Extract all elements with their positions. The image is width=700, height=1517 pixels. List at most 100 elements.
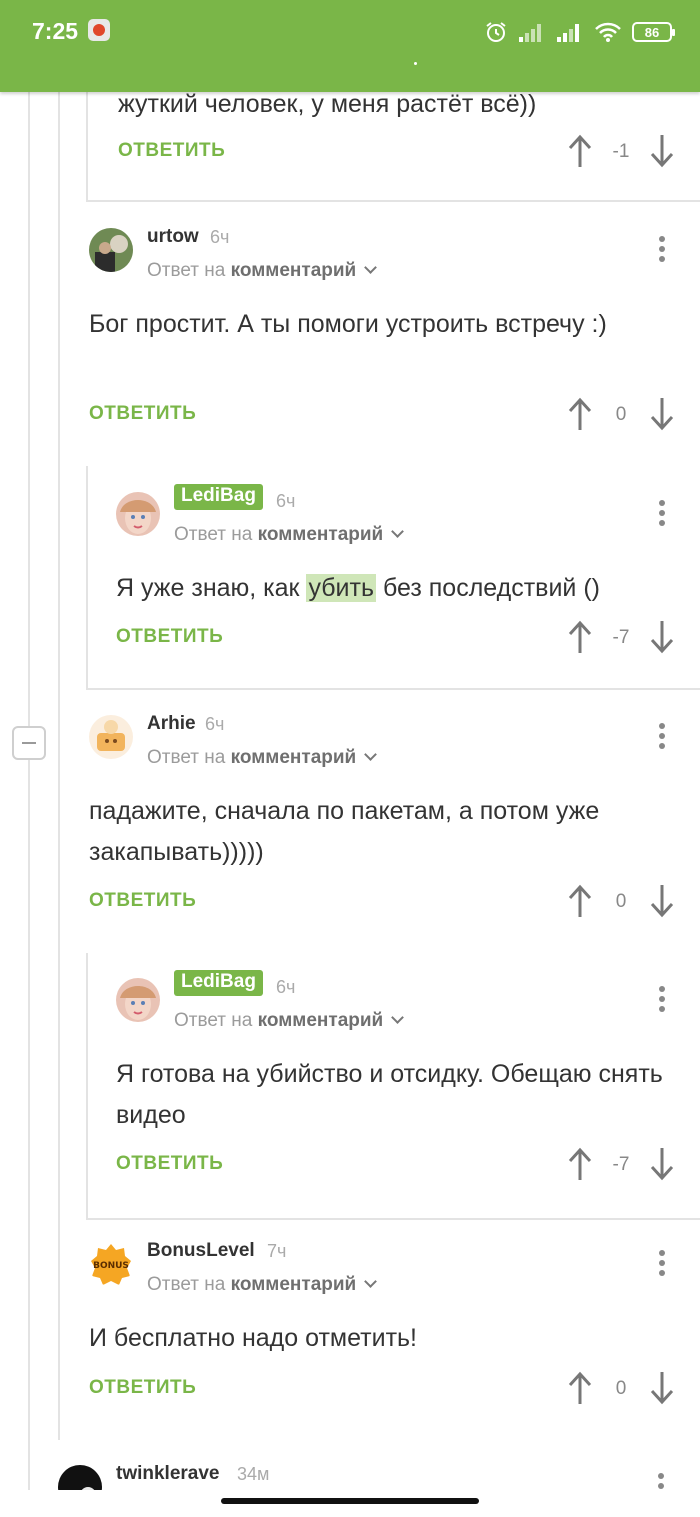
reply-button[interactable]: ОТВЕТИТЬ: [89, 403, 196, 425]
comment-header: BONUS BonusLevel 7ч Ответ на комментарий: [89, 1234, 689, 1314]
vote-controls: 0: [568, 1371, 678, 1405]
comment-body: Я готова на убийство и отсидку. Обещаю с…: [116, 1060, 663, 1129]
comment-body: Я уже знаю, как убить без последствий (): [116, 568, 600, 609]
reply-button[interactable]: ОТВЕТИТЬ: [118, 140, 225, 162]
thread-line: [28, 760, 30, 1490]
reply-to-prefix: Ответ на: [174, 524, 253, 545]
comment-score: 0: [615, 1378, 627, 1399]
comment: BONUS BonusLevel 7ч Ответ на комментарий…: [89, 1234, 689, 1414]
chevron-down-icon[interactable]: [391, 1011, 405, 1024]
comment-score: -7: [612, 1154, 630, 1175]
downvote-icon[interactable]: [650, 397, 674, 431]
reply-button[interactable]: ОТВЕТИТЬ: [116, 1153, 223, 1175]
downvote-icon[interactable]: [650, 1147, 674, 1181]
thread-divider: [86, 1218, 700, 1220]
more-options-icon[interactable]: [659, 500, 665, 528]
alarm-icon: [486, 22, 506, 42]
more-options-icon[interactable]: [659, 1250, 665, 1278]
comment-time: 6ч: [205, 714, 225, 734]
comment-body: Бог простит. А ты помоги устроить встреч…: [89, 310, 607, 338]
author-name[interactable]: LediBag: [174, 484, 263, 510]
comment-body: И бесплатно надо отметить!: [89, 1324, 417, 1352]
downvote-icon[interactable]: [650, 884, 674, 918]
vote-controls: 0: [568, 397, 678, 431]
status-icons: 86: [484, 18, 675, 46]
comment-partial: жуткий человек, у меня растёт всё)) ОТВЕ…: [118, 84, 688, 194]
comment-score: -7: [612, 627, 630, 648]
avatar[interactable]: [116, 492, 160, 536]
author-name[interactable]: twinklerave: [116, 1463, 220, 1485]
reply-to[interactable]: Ответ на комментарий: [147, 747, 378, 769]
comment-time: 6ч: [276, 491, 296, 511]
reply-to-prefix: Ответ на: [147, 747, 226, 768]
reply-to-link[interactable]: комментарий: [231, 1274, 357, 1295]
reply-to-prefix: Ответ на: [147, 1274, 226, 1295]
avatar[interactable]: [116, 978, 160, 1022]
more-options-icon[interactable]: [659, 236, 665, 264]
comment-time: 6ч: [276, 977, 296, 997]
reply-button[interactable]: ОТВЕТИТЬ: [89, 1377, 196, 1399]
home-indicator[interactable]: [221, 1498, 479, 1504]
comment-text: Я уже знаю, как: [116, 574, 307, 602]
thread-line: [58, 92, 60, 1440]
thread-divider: [86, 200, 700, 202]
chevron-down-icon[interactable]: [364, 1275, 378, 1288]
chevron-down-icon[interactable]: [364, 261, 378, 274]
reply-to-prefix: Ответ на: [147, 260, 226, 281]
thread-line: [28, 92, 30, 726]
reply-to-link[interactable]: комментарий: [258, 1010, 384, 1031]
reply-to[interactable]: Ответ на комментарий: [147, 260, 378, 282]
more-options-icon[interactable]: [659, 986, 665, 1014]
status-time: 7:25: [32, 18, 79, 44]
reply-to-link[interactable]: комментарий: [231, 747, 357, 768]
collapse-thread-button[interactable]: [12, 726, 46, 760]
comment: Arhie 6ч Ответ на комментарий падажите, …: [89, 707, 689, 927]
vote-controls: 0: [568, 884, 678, 918]
comment-time: 7ч: [267, 1241, 287, 1261]
thread-line: [86, 953, 88, 1218]
reply-to[interactable]: Ответ на комментарий: [147, 1274, 378, 1296]
comment: urtow 6ч Ответ на комментарий Бог прости…: [89, 220, 689, 440]
reply-button[interactable]: ОТВЕТИТЬ: [89, 890, 196, 912]
thread-line: [86, 92, 88, 200]
comment-score: 0: [615, 891, 627, 912]
reply-to[interactable]: Ответ на комментарий: [174, 524, 405, 546]
signal-icon: [557, 24, 579, 42]
more-options-icon[interactable]: [659, 723, 665, 751]
chevron-down-icon[interactable]: [391, 525, 405, 538]
notification-icon: [88, 19, 110, 41]
author-name[interactable]: BonusLevel: [147, 1240, 255, 1262]
upvote-icon[interactable]: [568, 397, 592, 431]
author-name[interactable]: Arhie: [147, 713, 196, 735]
vote-controls: -7: [568, 620, 678, 654]
reply-to-prefix: Ответ на: [174, 1010, 253, 1031]
reply-to-link[interactable]: комментарий: [258, 524, 384, 545]
avatar[interactable]: [89, 228, 133, 272]
author-name[interactable]: urtow: [147, 226, 199, 248]
battery-icon: 86: [632, 22, 675, 42]
upvote-icon[interactable]: [568, 1371, 592, 1405]
upvote-icon[interactable]: [568, 1147, 592, 1181]
downvote-icon[interactable]: [650, 620, 674, 654]
avatar[interactable]: [89, 715, 133, 759]
comment-header: LediBag 6ч Ответ на комментарий: [116, 484, 690, 564]
reply-button[interactable]: ОТВЕТИТЬ: [116, 626, 223, 648]
comment-time: 34м: [237, 1464, 270, 1484]
downvote-icon[interactable]: [650, 1371, 674, 1405]
upvote-icon[interactable]: [568, 620, 592, 654]
upvote-icon[interactable]: [568, 134, 592, 168]
chevron-down-icon[interactable]: [364, 748, 378, 761]
thread-line: [86, 466, 88, 688]
more-options-icon[interactable]: [658, 1473, 664, 1490]
comment-header: twinklerave 34м: [58, 1457, 690, 1490]
reply-to[interactable]: Ответ на комментарий: [174, 1010, 405, 1032]
comment-time: 6ч: [210, 227, 230, 247]
reply-to-link[interactable]: комментарий: [231, 260, 357, 281]
downvote-icon[interactable]: [650, 134, 674, 168]
upvote-icon[interactable]: [568, 884, 592, 918]
author-name[interactable]: LediBag: [174, 970, 263, 996]
avatar[interactable]: [58, 1465, 102, 1490]
avatar[interactable]: BONUS: [89, 1242, 133, 1286]
comment-header: urtow 6ч Ответ на комментарий: [89, 220, 689, 300]
comment-header: Arhie 6ч Ответ на комментарий: [89, 707, 689, 787]
